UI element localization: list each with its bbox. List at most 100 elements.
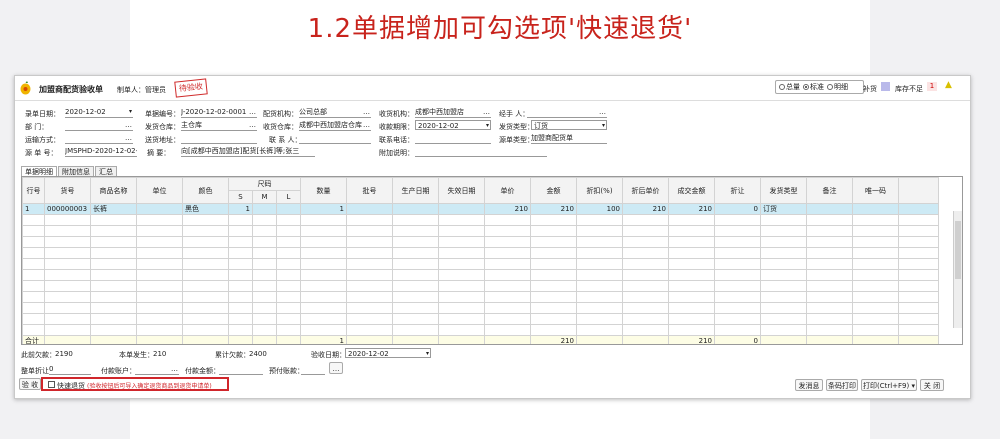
- cell-empty[interactable]: [852, 324, 899, 336]
- cell-empty[interactable]: [576, 280, 623, 292]
- cell-empty[interactable]: [484, 291, 531, 303]
- cell-empty[interactable]: [90, 236, 137, 248]
- cell-empty[interactable]: [44, 247, 91, 259]
- cell-empty[interactable]: [806, 247, 853, 259]
- cell-empty[interactable]: [530, 302, 577, 314]
- cell-empty[interactable]: [276, 324, 301, 336]
- cell-empty[interactable]: [438, 269, 485, 281]
- cell-empty[interactable]: [300, 236, 347, 248]
- cell-batch[interactable]: [346, 203, 393, 215]
- cell-empty[interactable]: [714, 280, 761, 292]
- cell-empty[interactable]: [806, 258, 853, 270]
- cell-empty[interactable]: [898, 291, 939, 303]
- cell-empty[interactable]: [136, 302, 183, 314]
- cell-empty[interactable]: [300, 302, 347, 314]
- cell-empty[interactable]: [136, 280, 183, 292]
- cell-empty[interactable]: [668, 313, 715, 325]
- cell-empty[interactable]: [484, 269, 531, 281]
- cell-empty[interactable]: [252, 225, 277, 237]
- print-button[interactable]: 打印(Ctrl+F9) ▾: [861, 379, 917, 391]
- cell-empty[interactable]: [576, 269, 623, 281]
- cell-empty[interactable]: [44, 258, 91, 270]
- cell-empty[interactable]: [252, 280, 277, 292]
- cell-empty[interactable]: [346, 313, 393, 325]
- cell-empty[interactable]: [852, 236, 899, 248]
- cell-empty[interactable]: [530, 291, 577, 303]
- cell-empty[interactable]: [714, 258, 761, 270]
- cell-empty[interactable]: [806, 236, 853, 248]
- cell-empty[interactable]: [22, 280, 45, 292]
- ship-addr-field[interactable]: [181, 133, 257, 144]
- cell-empty[interactable]: [300, 324, 347, 336]
- cell-empty[interactable]: [44, 280, 91, 292]
- cell-empty[interactable]: [806, 324, 853, 336]
- transport-field[interactable]: …: [65, 133, 133, 144]
- cell-empty[interactable]: [530, 280, 577, 292]
- cell-empty[interactable]: [300, 258, 347, 270]
- cell-empty[interactable]: [392, 258, 439, 270]
- cell-empty[interactable]: [44, 225, 91, 237]
- cell-empty[interactable]: [484, 324, 531, 336]
- cell-empty[interactable]: [300, 247, 347, 259]
- col-header[interactable]: 批号: [346, 177, 393, 204]
- cell-uid[interactable]: [852, 203, 899, 215]
- pay-amount-field[interactable]: [219, 364, 263, 375]
- cell-price[interactable]: 210: [484, 203, 531, 215]
- cell-empty[interactable]: [252, 302, 277, 314]
- cell-empty[interactable]: [392, 214, 439, 226]
- cell-empty[interactable]: [622, 258, 669, 270]
- collapse-up-icon[interactable]: ▲: [945, 80, 955, 90]
- cell-prod-date[interactable]: [392, 203, 439, 215]
- view-option-standard[interactable]: 标准: [803, 82, 824, 92]
- cell-empty[interactable]: [276, 214, 301, 226]
- cell-empty[interactable]: [346, 225, 393, 237]
- cell-empty[interactable]: [484, 280, 531, 292]
- extra-field[interactable]: [415, 146, 547, 157]
- table-row-empty[interactable]: [22, 313, 939, 325]
- recv-org-field[interactable]: 成都中西加盟店…: [415, 107, 491, 118]
- cell-empty[interactable]: [668, 302, 715, 314]
- view-option-detail[interactable]: 明细: [827, 82, 848, 92]
- cell-empty[interactable]: [392, 225, 439, 237]
- cell-empty[interactable]: [22, 269, 45, 281]
- cell-empty[interactable]: [252, 214, 277, 226]
- cell-empty[interactable]: [136, 258, 183, 270]
- cell-empty[interactable]: [228, 280, 253, 292]
- cell-empty[interactable]: [228, 291, 253, 303]
- barcode-print-button[interactable]: 条码打印: [826, 379, 858, 391]
- cell-empty[interactable]: [182, 236, 229, 248]
- cell-empty[interactable]: [714, 225, 761, 237]
- cell-empty[interactable]: [714, 302, 761, 314]
- cell-empty[interactable]: [90, 225, 137, 237]
- cell-empty[interactable]: [760, 225, 807, 237]
- cell-empty[interactable]: [484, 258, 531, 270]
- cell-empty[interactable]: [898, 247, 939, 259]
- tab-summary[interactable]: 汇总: [95, 166, 117, 176]
- cell-empty[interactable]: [90, 214, 137, 226]
- cell-exp-date[interactable]: [438, 203, 485, 215]
- cell-empty[interactable]: [392, 280, 439, 292]
- cell-deal[interactable]: 210: [668, 203, 715, 215]
- cell-empty[interactable]: [300, 291, 347, 303]
- cell-empty[interactable]: [760, 247, 807, 259]
- cell-empty[interactable]: [252, 258, 277, 270]
- cell-empty[interactable]: [22, 236, 45, 248]
- cell-empty[interactable]: [622, 214, 669, 226]
- cell-empty[interactable]: [136, 324, 183, 336]
- table-row-empty[interactable]: [22, 269, 939, 281]
- cell-empty[interactable]: [760, 280, 807, 292]
- cell-empty[interactable]: [852, 291, 899, 303]
- close-button[interactable]: 关 闭: [920, 379, 944, 391]
- cell-empty[interactable]: [760, 313, 807, 325]
- cell-empty[interactable]: [530, 225, 577, 237]
- cell-empty[interactable]: [898, 302, 939, 314]
- cell-empty[interactable]: [22, 225, 45, 237]
- table-row-empty[interactable]: [22, 302, 939, 314]
- cell-empty[interactable]: [228, 302, 253, 314]
- phone-field[interactable]: [415, 133, 491, 144]
- cell-empty[interactable]: [276, 258, 301, 270]
- cell-empty[interactable]: [392, 247, 439, 259]
- cell-empty[interactable]: [228, 247, 253, 259]
- cell-empty[interactable]: [300, 280, 347, 292]
- cell-empty[interactable]: [576, 302, 623, 314]
